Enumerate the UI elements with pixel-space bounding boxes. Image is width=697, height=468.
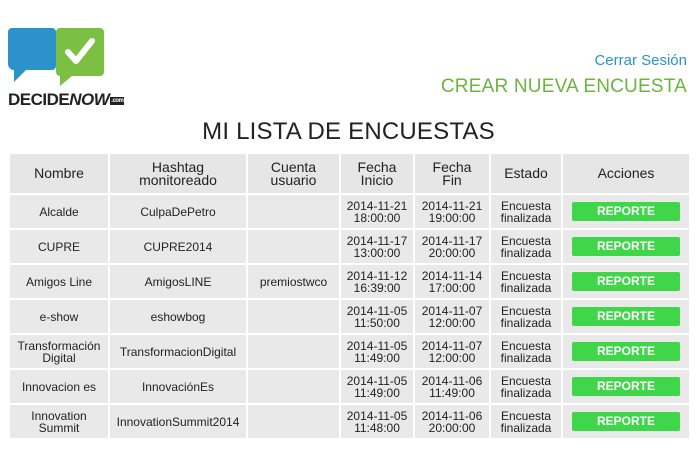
- report-button[interactable]: REPORTE: [572, 342, 680, 361]
- table-row: Innovacion es InnovaciónEs 2014-11-05 11:49…: [8, 368, 691, 405]
- polls-table: Nombre Hashtag monitoreado Cuenta usuario …: [8, 152, 691, 440]
- report-button[interactable]: REPORTE: [572, 272, 680, 291]
- header-start-date: Fecha Inicio: [339, 152, 415, 195]
- cell-hashtag: TransformacionDigital: [108, 333, 248, 370]
- cell-name: Innovation Summit: [8, 403, 110, 440]
- cell-actions: REPORTE: [561, 403, 691, 440]
- cell-end-date: 2014-11-06 20:00:00: [413, 403, 491, 440]
- header-name: Nombre: [8, 152, 110, 195]
- cell-start-date: 2014-11-05 11:50:00: [339, 298, 415, 335]
- cell-end-date: 2014-11-06 11:49:00: [413, 368, 491, 405]
- cell-start-date: 2014-11-05 11:49:00: [339, 368, 415, 405]
- cell-start-date: 2014-11-21 18:00:00: [339, 193, 415, 230]
- cell-account: [246, 368, 341, 405]
- cell-hashtag: AmigosLINE: [108, 263, 248, 300]
- cell-name: Amigos Line: [8, 263, 110, 300]
- cell-status: Encuesta finalizada: [489, 368, 563, 405]
- cell-name: Alcalde: [8, 193, 110, 230]
- table-row: Innovation Summit InnovationSummit2014 2014…: [8, 403, 691, 440]
- cell-name: e-show: [8, 298, 110, 335]
- cell-name: CUPRE: [8, 228, 110, 265]
- cell-hashtag: eshowbog: [108, 298, 248, 335]
- create-poll-link[interactable]: CREAR NUEVA ENCUESTA: [441, 76, 687, 98]
- table-header-row: Nombre Hashtag monitoreado Cuenta usuario …: [8, 152, 691, 195]
- header-actions: Acciones: [561, 152, 691, 195]
- cell-hashtag: CulpaDePetro: [108, 193, 248, 230]
- cell-start-date: 2014-11-05 11:48:00: [339, 403, 415, 440]
- report-button[interactable]: REPORTE: [572, 237, 680, 256]
- cell-status: Encuesta finalizada: [489, 193, 563, 230]
- cell-account: [246, 228, 341, 265]
- table-row: Alcalde CulpaDePetro 2014-11-21 18:00:00 201…: [8, 193, 691, 230]
- cell-hashtag: InnovationSummit2014: [108, 403, 248, 440]
- cell-actions: REPORTE: [561, 333, 691, 370]
- cell-name: Transformación Digital: [8, 333, 110, 370]
- cell-start-date: 2014-11-05 11:49:00: [339, 333, 415, 370]
- logo-wordmark: DECIDENOW .com: [8, 90, 125, 109]
- cell-status: Encuesta finalizada: [489, 403, 563, 440]
- report-button[interactable]: REPORTE: [572, 202, 680, 221]
- table-row: CUPRE CUPRE2014 2014-11-17 13:00:00 2014-11-…: [8, 228, 691, 265]
- cell-account: [246, 193, 341, 230]
- cell-actions: REPORTE: [561, 193, 691, 230]
- cell-status: Encuesta finalizada: [489, 298, 563, 335]
- cell-actions: REPORTE: [561, 298, 691, 335]
- cell-end-date: 2014-11-21 19:00:00: [413, 193, 491, 230]
- cell-actions: REPORTE: [561, 228, 691, 265]
- cell-account: premiostwco: [246, 263, 341, 300]
- decidenow-logo[interactable]: DECIDENOW .com: [8, 24, 125, 109]
- cell-account: [246, 333, 341, 370]
- logout-link[interactable]: Cerrar Sesión: [594, 52, 687, 69]
- header-status: Estado: [489, 152, 563, 195]
- header-end-date: Fecha Fin: [413, 152, 491, 195]
- cell-status: Encuesta finalizada: [489, 333, 563, 370]
- cell-actions: REPORTE: [561, 263, 691, 300]
- cell-end-date: 2014-11-07 12:00:00: [413, 298, 491, 335]
- header-hashtag: Hashtag monitoreado: [108, 152, 248, 195]
- cell-name: Innovacion es: [8, 368, 110, 405]
- cell-hashtag: InnovaciónEs: [108, 368, 248, 405]
- table-row: e-show eshowbog 2014-11-05 11:50:00 2014-11-…: [8, 298, 691, 335]
- report-button[interactable]: REPORTE: [572, 377, 680, 396]
- header-account: Cuenta usuario: [246, 152, 341, 195]
- speech-bubbles-icon: [8, 28, 104, 86]
- cell-end-date: 2014-11-14 17:00:00: [413, 263, 491, 300]
- cell-account: [246, 403, 341, 440]
- cell-actions: REPORTE: [561, 368, 691, 405]
- report-button[interactable]: REPORTE: [572, 412, 680, 431]
- table-row: Transformación Digital TransformacionDigit…: [8, 333, 691, 370]
- cell-end-date: 2014-11-07 12:00:00: [413, 333, 491, 370]
- cell-start-date: 2014-11-12 16:39:00: [339, 263, 415, 300]
- cell-status: Encuesta finalizada: [489, 228, 563, 265]
- report-button[interactable]: REPORTE: [572, 307, 680, 326]
- table-row: Amigos Line AmigosLINE premiostwco 2014-11-…: [8, 263, 691, 300]
- cell-end-date: 2014-11-17 20:00:00: [413, 228, 491, 265]
- cell-start-date: 2014-11-17 13:00:00: [339, 228, 415, 265]
- cell-status: Encuesta finalizada: [489, 263, 563, 300]
- page-title: MI LISTA DE ENCUESTAS: [202, 118, 495, 145]
- cell-hashtag: CUPRE2014: [108, 228, 248, 265]
- cell-account: [246, 298, 341, 335]
